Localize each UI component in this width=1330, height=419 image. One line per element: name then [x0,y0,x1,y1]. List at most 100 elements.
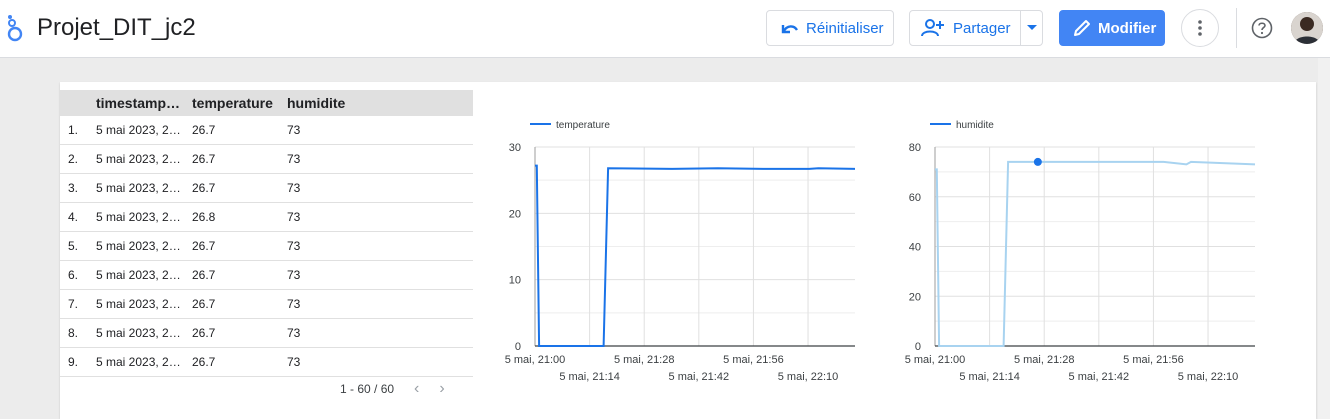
table-row[interactable]: 8. 5 mai 2023, 2… 26.7 73 [60,319,473,348]
cell-humidite: 73 [287,326,301,340]
share-button[interactable]: Partager [909,10,1043,46]
cell-timestamp: 5 mai 2023, 2… [96,239,181,253]
reset-label: Réinitialiser [806,19,884,37]
x-tick-label: 5 mai, 22:10 [778,371,839,383]
cell-temperature: 26.7 [192,181,216,195]
add-person-icon [921,19,944,37]
row-number: 1. [68,123,79,137]
x-tick-label: 5 mai, 22:10 [1178,371,1239,383]
cell-humidite: 73 [287,181,301,195]
more-vert-icon [1198,20,1202,36]
x-tick-label: 5 mai, 21:00 [905,354,966,366]
toolbar-divider [1236,8,1237,48]
cell-temperature: 26.7 [192,355,216,369]
legend-label: temperature [556,120,610,131]
x-tick-label: 5 mai, 21:42 [1069,371,1130,383]
cell-humidite: 73 [287,123,301,137]
table-row[interactable]: 9. 5 mai 2023, 2… 26.7 73 [60,348,473,377]
cell-timestamp: 5 mai 2023, 2… [96,355,181,369]
cell-humidite: 73 [287,297,301,311]
x-tick-label: 5 mai, 21:56 [723,354,784,366]
data-table: timestamp… temperature humidite 1. 5 mai … [60,90,473,377]
cell-timestamp: 5 mai 2023, 2… [96,210,181,224]
y-tick-label: 0 [915,341,921,353]
row-number: 7. [68,297,79,311]
page-scrollbar[interactable] [1318,58,1330,419]
looker-studio-logo-icon [7,15,23,42]
prev-page-icon[interactable]: ‹ [414,380,419,398]
pencil-icon [1074,20,1090,36]
x-tick-label: 5 mai, 21:00 [505,354,566,366]
cell-temperature: 26.7 [192,123,216,137]
y-tick-label: 30 [509,142,521,154]
legend-label: humidite [956,120,994,131]
cell-temperature: 26.7 [192,297,216,311]
cell-humidite: 73 [287,152,301,166]
series-line [935,160,1256,347]
next-page-icon[interactable]: › [439,380,444,398]
share-dropdown[interactable] [1020,11,1042,45]
row-number: 3. [68,181,79,195]
highlight-point [1033,157,1042,166]
help-icon[interactable] [1251,17,1273,39]
user-avatar[interactable] [1291,12,1323,44]
cell-humidite: 73 [287,355,301,369]
column-header-timestamp[interactable]: timestamp… [96,95,192,111]
cell-temperature: 26.7 [192,152,216,166]
table-row[interactable]: 3. 5 mai 2023, 2… 26.7 73 [60,174,473,203]
share-label: Partager [953,19,1011,37]
table-row[interactable]: 5. 5 mai 2023, 2… 26.7 73 [60,232,473,261]
cell-humidite: 73 [287,239,301,253]
y-tick-label: 40 [909,242,921,254]
cell-timestamp: 5 mai 2023, 2… [96,297,181,311]
avatar-image-icon [1291,12,1323,44]
cell-timestamp: 5 mai 2023, 2… [96,326,181,340]
x-tick-label: 5 mai, 21:28 [1014,354,1075,366]
row-number: 9. [68,355,79,369]
table-row[interactable]: 6. 5 mai 2023, 2… 26.7 73 [60,261,473,290]
x-tick-label: 5 mai, 21:28 [614,354,675,366]
cell-temperature: 26.7 [192,239,216,253]
top-bar: Projet_DIT_jc2 Réinitialiser Partager Mo… [0,0,1330,58]
row-number: 2. [68,152,79,166]
y-tick-label: 60 [909,192,921,204]
column-header-temperature[interactable]: temperature [192,95,287,111]
cell-timestamp: 5 mai 2023, 2… [96,152,181,166]
y-tick-label: 0 [515,341,521,353]
table-row[interactable]: 2. 5 mai 2023, 2… 26.7 73 [60,145,473,174]
x-tick-label: 5 mai, 21:56 [1123,354,1184,366]
report-title: Projet_DIT_jc2 [37,14,196,41]
x-tick-label: 5 mai, 21:14 [959,371,1020,383]
cell-humidite: 73 [287,210,301,224]
table-row[interactable]: 7. 5 mai 2023, 2… 26.7 73 [60,290,473,319]
edit-button[interactable]: Modifier [1059,10,1165,46]
x-tick-label: 5 mai, 21:14 [559,371,620,383]
more-options-button[interactable] [1181,9,1219,47]
humidite-chart: humidite 0 20 40 60 80 5 mai, 21:00 5 mai, 21:1… [905,120,1256,383]
share-main[interactable]: Partager [910,11,1020,45]
cell-temperature: 26.7 [192,268,216,282]
series-line [535,164,856,347]
cell-timestamp: 5 mai 2023, 2… [96,123,181,137]
table-row[interactable]: 4. 5 mai 2023, 2… 26.8 73 [60,203,473,232]
edit-label: Modifier [1098,19,1157,37]
y-tick-label: 20 [509,208,521,220]
report-canvas: timestamp… temperature humidite 1. 5 mai … [60,82,1316,419]
cell-humidite: 73 [287,268,301,282]
y-tick-label: 10 [509,275,521,287]
y-tick-label: 20 [909,291,921,303]
temperature-chart: temperature 0 10 20 30 5 mai, 21:00 5 mai, 21:… [505,120,856,383]
cell-timestamp: 5 mai 2023, 2… [96,181,181,195]
row-number: 8. [68,326,79,340]
caret-down-icon [1026,25,1037,30]
pagination-label: 1 - 60 / 60 [340,382,395,396]
y-tick-label: 80 [909,142,921,154]
reset-button[interactable]: Réinitialiser [766,10,894,46]
row-number: 6. [68,268,79,282]
table-row[interactable]: 1. 5 mai 2023, 2… 26.7 73 [60,116,473,145]
undo-icon [781,25,799,34]
table-header: timestamp… temperature humidite [60,90,473,116]
row-number: 4. [68,210,79,224]
cell-temperature: 26.7 [192,326,216,340]
column-header-humidite[interactable]: humidite [287,95,387,111]
